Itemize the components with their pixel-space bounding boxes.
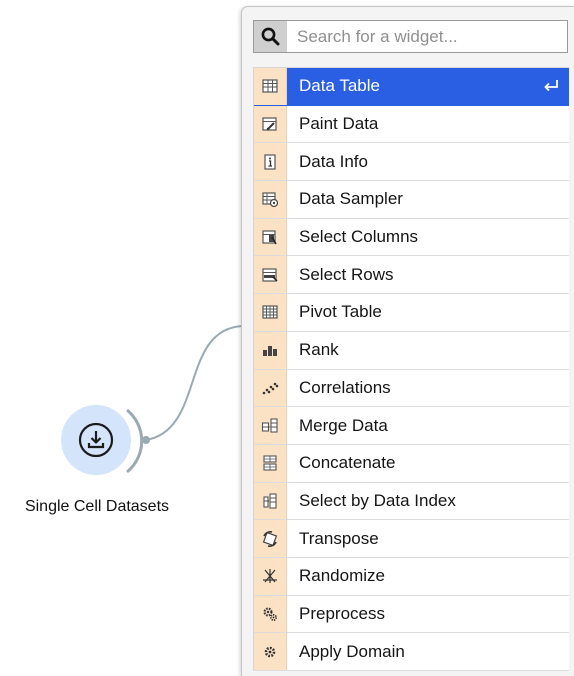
menu-item-label: Merge Data [299,415,388,435]
concatenate-icon [254,444,287,482]
menu-item-label: Concatenate [299,453,396,473]
paint-data-icon [254,105,287,143]
menu-item-select-rows[interactable]: Select Rows [254,256,569,295]
correlations-icon [254,369,287,407]
menu-item-apply-domain[interactable]: Apply Domain [254,633,569,671]
menu-item-rank[interactable]: Rank [254,331,569,370]
menu-item-preprocess[interactable]: Preprocess [254,595,569,634]
menu-item-label: Transpose [299,528,379,548]
menu-item-select-by-data-index[interactable]: Select by Data Index [254,482,569,521]
data-sampler-icon [254,181,287,218]
select-columns-icon [254,218,287,256]
menu-item-data-info[interactable]: Data Info [254,143,569,182]
menu-item-label: Select Rows [299,264,394,284]
menu-item-label: Select Columns [299,227,419,247]
menu-item-data-sampler[interactable]: Data Sampler [254,181,569,219]
select-by-data-index-icon [254,482,287,520]
menu-item-label: Data Sampler [299,189,403,209]
menu-item-label: Apply Domain [299,641,405,661]
menu-item-label: Data Info [299,151,368,171]
select-rows-icon [254,256,287,294]
data-table-icon [254,68,287,105]
pivot-table-icon [254,294,287,331]
node-label: Single Cell Datasets [24,498,170,515]
rank-icon [254,331,287,369]
menu-item-label: Pivot Table [299,302,382,322]
merge-data-icon [254,407,287,444]
menu-item-select-columns[interactable]: Select Columns [254,218,569,257]
menu-item-label: Randomize [299,566,385,586]
preprocess-icon [254,595,287,633]
menu-item-label: Data Table [299,76,380,96]
menu-item-pivot-table[interactable]: Pivot Table [254,294,569,332]
transpose-icon [254,520,287,557]
download-icon [78,422,114,458]
menu-item-concatenate[interactable]: Concatenate [254,444,569,483]
widget-search[interactable] [253,20,568,53]
menu-item-merge-data[interactable]: Merge Data [254,407,569,445]
menu-item-paint-data[interactable]: Paint Data [254,105,569,144]
menu-item-label: Rank [299,340,339,360]
menu-item-correlations[interactable]: Correlations [254,369,569,408]
menu-item-label: Paint Data [299,114,379,134]
search-icon [254,21,287,52]
menu-item-label: Preprocess [299,603,385,623]
enter-key-icon [543,68,559,105]
widget-menu: Data Table Paint Data Data Info Data Sam… [241,6,574,676]
menu-item-label: Select by Data Index [299,490,456,510]
randomize-icon [254,557,287,595]
menu-item-randomize[interactable]: Randomize [254,557,569,596]
widget-list: Data Table Paint Data Data Info Data Sam… [253,67,569,671]
menu-item-data-table[interactable]: Data Table [254,68,569,106]
menu-item-label: Correlations [299,377,391,397]
menu-item-transpose[interactable]: Transpose [254,520,569,558]
search-input[interactable] [287,21,567,52]
single-cell-datasets-node[interactable] [61,405,131,475]
data-info-icon [254,143,287,181]
apply-domain-icon [254,633,287,670]
